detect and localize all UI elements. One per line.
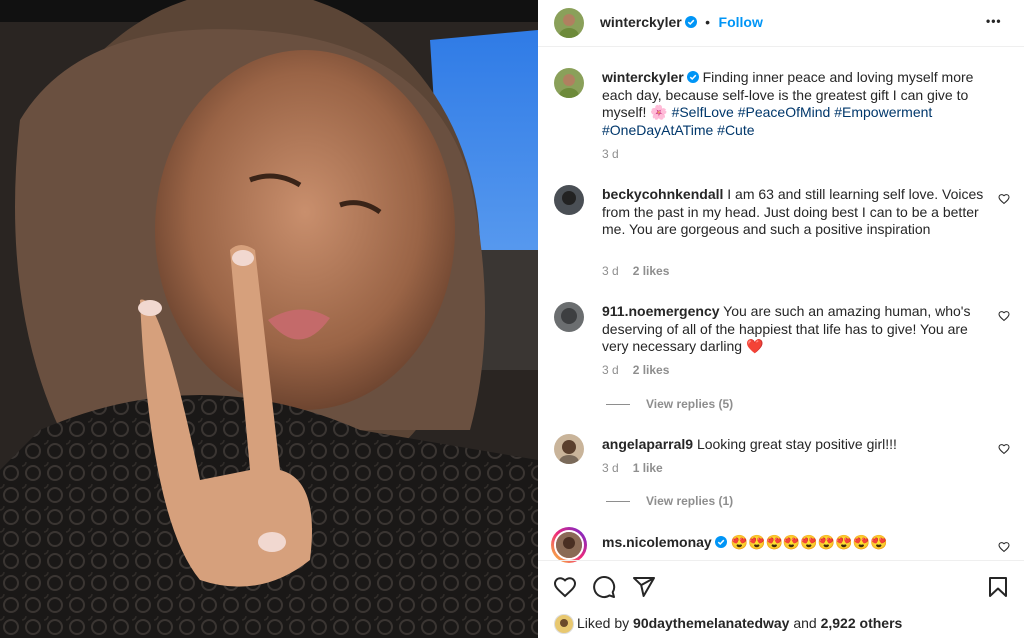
post-username[interactable]: winterckyler [600, 14, 682, 30]
comment-username[interactable]: angelaparral9 [602, 436, 693, 452]
comment-likes[interactable]: 2 likes [633, 363, 670, 377]
comment-username[interactable]: ms.nicolemonay [602, 534, 712, 550]
comment-like-heart-icon[interactable] [998, 193, 1010, 205]
hashtag[interactable]: #Cute [717, 122, 754, 138]
comment-body: Looking great stay positive girl!!! [696, 436, 897, 452]
view-replies-button[interactable]: View replies (1) [606, 494, 733, 508]
separator-dot: • [705, 14, 711, 30]
share-icon[interactable] [632, 575, 656, 599]
comment-time[interactable]: 3 d [602, 363, 619, 377]
hashtag[interactable]: #SelfLove [672, 104, 734, 120]
comment-text: angelaparral9 Looking great stay positiv… [602, 436, 987, 454]
post-photo[interactable] [0, 0, 538, 638]
liker-avatar[interactable] [554, 614, 574, 634]
comment-text: ms.nicolemonay 😍😍😍😍😍😍😍😍😍 [602, 534, 987, 552]
post-panel: winterckyler • Follow ••• winterckyler F… [538, 0, 1024, 638]
view-replies-label: View replies (5) [646, 397, 734, 411]
post-header: winterckyler • Follow ••• [538, 0, 1024, 47]
verified-icon [684, 16, 697, 28]
comment-body: 😍😍😍😍😍😍😍😍😍 [730, 534, 888, 550]
comment-likes[interactable]: 1 like [633, 461, 663, 475]
heart-icon[interactable] [553, 575, 577, 599]
comment-text: beckycohnkendall I am 63 and still learn… [602, 186, 987, 239]
verified-icon [714, 536, 727, 548]
comment-meta: 3 d 2 likes [602, 363, 669, 377]
avatar[interactable] [554, 8, 584, 38]
liker-username[interactable]: 90daythemelanatedway [633, 615, 789, 631]
comment-time[interactable]: 3 d [602, 461, 619, 475]
likes-summary: Liked by 90daythemelanatedway and 2,922 … [577, 615, 902, 631]
comment-icon[interactable] [592, 575, 616, 599]
bookmark-icon[interactable] [986, 575, 1010, 599]
more-icon[interactable]: ••• [986, 14, 1002, 28]
comment-meta: 3 d 1 like [602, 461, 663, 475]
caption-time[interactable]: 3 d [602, 147, 619, 161]
hashtag[interactable]: #PeaceOfMind [738, 104, 831, 120]
caption-username[interactable]: winterckyler [602, 69, 684, 85]
likes-connector: and [793, 615, 817, 631]
comment-avatar [554, 530, 584, 560]
view-replies-label: View replies (1) [646, 494, 734, 508]
caption: winterckyler Finding inner peace and lov… [602, 69, 1002, 139]
comment-text: 911.noemergency You are such an amazing … [602, 303, 987, 356]
comment-avatar[interactable] [554, 185, 584, 215]
verified-icon [686, 71, 699, 83]
caption-avatar[interactable] [554, 68, 584, 98]
hashtag[interactable]: #OneDayAtATime [602, 122, 713, 138]
divider [606, 501, 630, 503]
hashtag[interactable]: #Empowerment [834, 104, 932, 120]
story-ring[interactable] [551, 527, 587, 563]
comment-avatar[interactable] [554, 302, 584, 332]
likes-prefix: Liked by [577, 615, 630, 631]
divider [606, 404, 630, 406]
comment-like-heart-icon[interactable] [998, 541, 1010, 553]
comment-time[interactable]: 3 d [602, 264, 619, 278]
likes-others[interactable]: 2,922 others [821, 615, 903, 631]
comment-likes[interactable]: 2 likes [633, 264, 670, 278]
view-replies-button[interactable]: View replies (5) [606, 397, 733, 411]
comment-like-heart-icon[interactable] [998, 443, 1010, 455]
comment-like-heart-icon[interactable] [998, 310, 1010, 322]
comment-meta: 3 d 2 likes [602, 264, 669, 278]
comment-username[interactable]: beckycohnkendall [602, 186, 723, 202]
comment-avatar[interactable] [554, 434, 584, 464]
comment-username[interactable]: 911.noemergency [602, 303, 720, 319]
follow-button[interactable]: Follow [719, 14, 763, 30]
